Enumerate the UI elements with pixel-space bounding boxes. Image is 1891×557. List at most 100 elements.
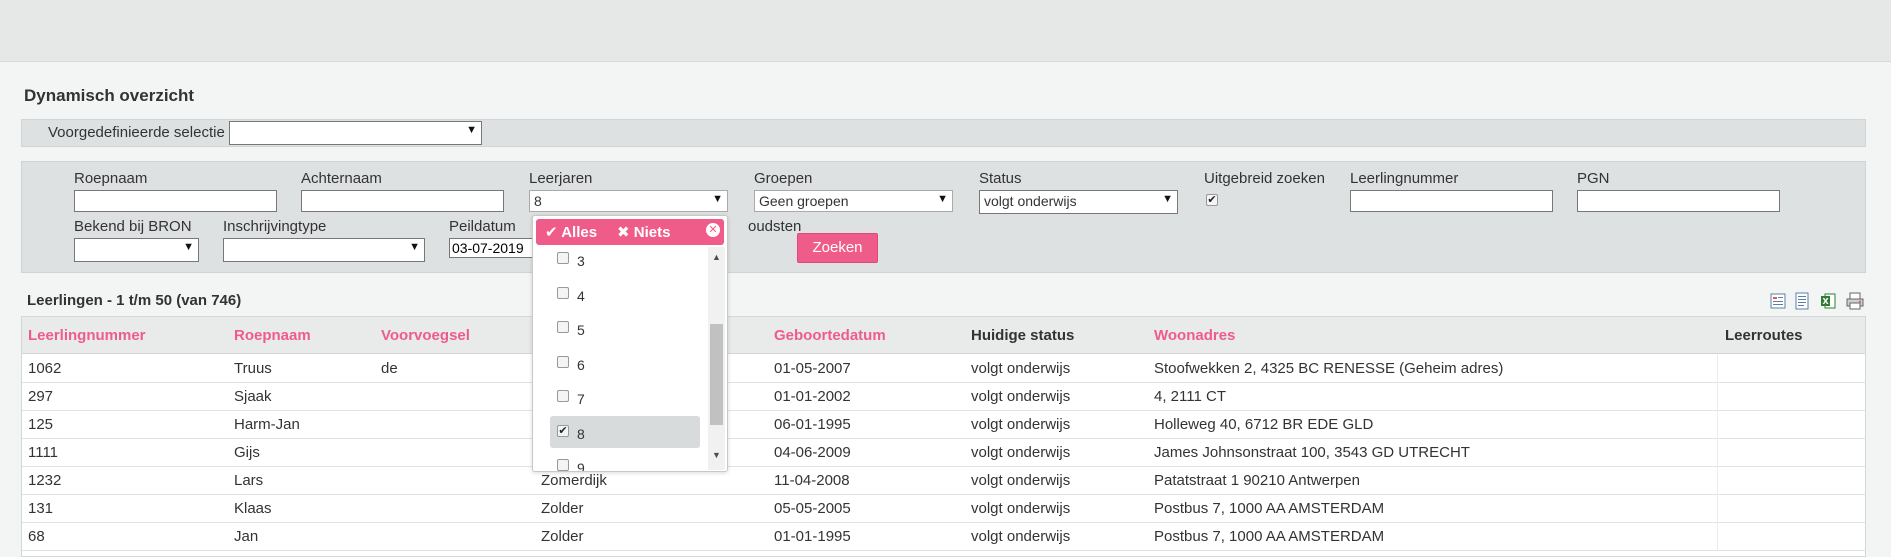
option-checkbox[interactable] — [557, 286, 569, 299]
list-toolbar: X — [1770, 292, 1870, 314]
table-cell: James Johnsonstraat 100, 3543 GD UTRECHT — [1154, 444, 1470, 461]
table-row[interactable]: 297 Sjaak 01-01-2002 volgt onderwijs 4, 2111… — [22, 382, 1865, 411]
status-label: Status — [979, 170, 1022, 187]
pgn-input[interactable] — [1577, 190, 1780, 212]
dropdown-option[interactable]: 4 — [550, 278, 700, 310]
svg-text:X: X — [1823, 297, 1830, 306]
table-cell: 11-04-2008 — [774, 472, 850, 489]
option-label: 5 — [577, 322, 585, 338]
table-cell: volgt onderwijs — [971, 416, 1071, 433]
column-divider — [1717, 466, 1718, 494]
report-icon[interactable] — [1794, 292, 1810, 310]
dropdown-options: 3 4 5 6 7 ✔ 8 9 — [533, 247, 707, 471]
table-cell: volgt onderwijs — [971, 360, 1071, 377]
table-cell: 1062 — [28, 360, 62, 377]
excel-export-icon[interactable]: X — [1820, 292, 1836, 310]
table-cell: Zomerdijk — [541, 472, 607, 489]
leerlingnummer-label: Leerlingnummer — [1350, 170, 1459, 187]
uitgebreid-zoeken-checkbox[interactable]: ✔ — [1206, 194, 1218, 206]
scrollbar-thumb[interactable] — [710, 324, 723, 425]
inschrijvingtype-select[interactable]: ▼ — [223, 238, 425, 262]
column-header: Huidige status — [971, 327, 1075, 344]
dropdown-scrollbar[interactable]: ▲ ▼ — [708, 247, 725, 470]
peildatum-input[interactable] — [449, 238, 539, 258]
table-cell: Gijs — [234, 444, 260, 461]
option-label: 8 — [577, 425, 585, 442]
table-header: Leerlingnummer Roepnaam Voorvoegsel Geboort… — [22, 317, 1865, 354]
column-header[interactable]: Roepnaam — [234, 327, 311, 344]
chevron-down-icon: ▼ — [183, 241, 194, 253]
dropdown-option[interactable]: 5 — [550, 312, 700, 344]
close-icon[interactable]: ✕ — [706, 223, 720, 237]
table-cell: 01-01-1995 — [774, 528, 851, 545]
option-checkbox[interactable] — [557, 459, 569, 471]
leerjaren-label: Leerjaren — [529, 170, 593, 187]
uitgebreid-zoeken-label: Uitgebreid zoeken — [1204, 170, 1325, 187]
chevron-down-icon: ▼ — [937, 193, 948, 205]
option-checkbox[interactable] — [557, 252, 569, 264]
table-cell: Postbus 7, 1000 AA AMSTERDAM — [1154, 500, 1385, 517]
table-cell: 68 — [28, 528, 45, 545]
dropdown-option[interactable]: 3 — [550, 247, 700, 275]
chevron-down-icon: ▼ — [409, 241, 420, 253]
select-all-label: Alles — [561, 224, 598, 241]
dropdown-option[interactable]: 6 — [550, 347, 700, 379]
option-label: 7 — [577, 391, 585, 407]
table-row[interactable]: 1062 Truus de 01-05-2007 volgt onderwijs Stoo… — [22, 354, 1865, 383]
scroll-down-icon[interactable]: ▼ — [712, 450, 721, 460]
bekend-bij-bron-select[interactable]: ▼ — [74, 238, 199, 262]
scroll-up-icon[interactable]: ▲ — [712, 252, 721, 262]
table-cell: Zolder — [541, 500, 584, 517]
students-table: Leerlingnummer Roepnaam Voorvoegsel Geboort… — [21, 316, 1866, 557]
filter-panel: Roepnaam Achternaam Leerjaren 8 ▼ Groepe… — [21, 161, 1866, 273]
column-divider — [1717, 354, 1718, 382]
table-row[interactable]: 125 Harm-Jan 06-01-1995 volgt onderwijs Holl… — [22, 410, 1865, 439]
dropdown-option[interactable]: ✔ 8 — [550, 415, 700, 448]
column-header[interactable]: Geboortedatum — [774, 327, 886, 344]
table-cell: 125 — [28, 416, 54, 433]
chevron-down-icon: ▼ — [712, 193, 723, 205]
search-button[interactable]: Zoeken — [797, 233, 878, 263]
dropdown-option[interactable]: 9 — [550, 450, 700, 471]
achternaam-input[interactable] — [301, 190, 504, 212]
print-icon[interactable] — [1846, 292, 1864, 310]
dropdown-option[interactable]: 7 — [550, 381, 700, 413]
column-header[interactable]: Voorvoegsel — [381, 327, 470, 344]
table-cell: 297 — [28, 388, 54, 405]
table-row[interactable]: 131 Klaas Zolder 05-05-2005 volgt onderwijs P… — [22, 494, 1865, 523]
table-row[interactable]: 68 Jan Zolder 01-01-1995 volgt onderwijs Post… — [22, 522, 1865, 551]
table-cell: 05-05-2005 — [774, 500, 851, 517]
leerlingnummer-input[interactable] — [1350, 190, 1553, 212]
table-cell: Zolder — [541, 528, 584, 545]
table-cell: 1111 — [28, 444, 59, 461]
option-checkbox[interactable] — [557, 355, 569, 368]
select-none-label: Niets — [633, 224, 671, 241]
list-title: Leerlingen - 1 t/m 50 (van 746) — [27, 292, 242, 309]
chevron-down-icon: ▼ — [466, 124, 477, 136]
option-checkbox[interactable] — [557, 321, 569, 333]
leerjaren-select[interactable]: 8 ▼ — [529, 190, 728, 212]
roepnaam-input[interactable] — [74, 190, 277, 212]
column-settings-icon[interactable] — [1770, 292, 1786, 310]
leerjaren-dropdown: ✔ Alles ✖ Niets ✕ 3 4 5 6 7 ✔ 8 9 ▲ ▼ — [532, 215, 728, 472]
predefined-selection-select[interactable]: ▼ — [229, 121, 482, 145]
predefined-selection-label: Voorgedefinieerde selectie — [48, 124, 225, 141]
table-row[interactable]: 1232 Lars Zomerdijk 11-04-2008 volgt onderwi… — [22, 466, 1865, 495]
status-value: volgt onderwijs — [984, 193, 1077, 209]
column-header: Leerroutes — [1725, 327, 1803, 344]
groepen-select[interactable]: Geen groepen ▼ — [754, 190, 953, 212]
table-row[interactable]: 1111 Gijs 04-06-2009 volgt onderwijs James J… — [22, 438, 1865, 467]
option-checkbox[interactable]: ✔ — [557, 424, 569, 437]
table-cell: Klaas — [234, 500, 272, 517]
column-divider — [1717, 382, 1718, 410]
table-cell: 131 — [28, 500, 54, 517]
option-checkbox[interactable] — [557, 390, 569, 402]
column-header[interactable]: Woonadres — [1154, 327, 1235, 344]
status-select[interactable]: volgt onderwijs ▼ — [979, 190, 1178, 214]
select-all-link[interactable]: ✔ Alles — [545, 223, 597, 241]
column-header[interactable]: Leerlingnummer — [28, 327, 146, 344]
page-title: Dynamisch overzicht — [24, 86, 195, 105]
leerjaren-value: 8 — [534, 193, 542, 209]
select-none-link[interactable]: ✖ Niets — [617, 223, 670, 241]
table-cell: Stoofwekken 2, 4325 BC RENESSE (Geheim a… — [1154, 360, 1504, 377]
